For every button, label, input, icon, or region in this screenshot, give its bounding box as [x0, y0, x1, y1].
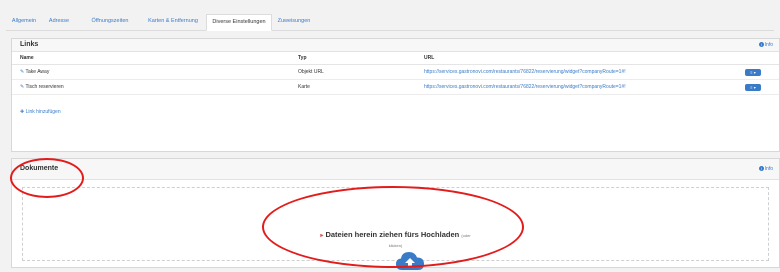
documents-title: Dokumente — [20, 165, 59, 172]
add-link-button[interactable]: ✚ Link hinzufügen — [20, 109, 61, 115]
link-type: Objekt URL — [290, 64, 416, 80]
link-actions-cell: ≡ ▾ — [737, 79, 779, 95]
links-panel-header: Links i Info — [12, 39, 779, 52]
table-row: ✎ Tisch reservieren Karte https://servic… — [12, 79, 779, 95]
tab-oeffnungszeiten[interactable]: Öffnungszeiten — [86, 14, 134, 29]
links-table: Name Typ URL ✎ Take Away Objekt URL http… — [12, 52, 779, 95]
drop-zone-click: klicken) — [388, 243, 403, 248]
row-menu-button[interactable]: ≡ ▾ — [745, 83, 761, 91]
drop-zone-or: (oder — [461, 233, 471, 238]
link-name: Take Away — [25, 69, 50, 75]
links-info-label: Info — [764, 42, 773, 48]
row-menu-button[interactable]: ≡ ▾ — [745, 68, 761, 76]
link-type: Karte — [290, 79, 416, 95]
links-title: Links — [20, 41, 39, 48]
tab-karten-entfernung[interactable]: Karten & Entfernung — [144, 14, 202, 29]
info-icon: i — [758, 42, 764, 48]
caret-right-icon: ▸ — [320, 233, 324, 239]
col-header-actions — [737, 52, 779, 65]
tab-diverse-einstellungen[interactable]: Diverse Einstellungen — [206, 14, 272, 31]
plus-icon: ✚ — [20, 109, 25, 115]
tab-adresse[interactable]: Adresse — [44, 14, 74, 29]
links-panel: Links i Info Name Typ URL ✎ Take Away Obj… — [11, 38, 780, 152]
table-row: ✎ Take Away Objekt URL https://services.… — [12, 64, 779, 80]
info-icon: i — [758, 166, 764, 172]
documents-info-button[interactable]: i Info — [758, 166, 773, 172]
table-header-row: Name Typ URL — [12, 52, 779, 65]
link-name-cell: ✎ Take Away — [12, 64, 290, 80]
edit-icon[interactable]: ✎ — [20, 84, 24, 90]
tab-bar: Allgemein Adresse Öffnungszeiten Karten … — [6, 14, 774, 31]
link-name-cell: ✎ Tisch reservieren — [12, 79, 290, 95]
file-drop-zone[interactable]: ▸ Dateien herein ziehen fürs Hochladen (… — [22, 187, 769, 270]
col-header-name: Name — [12, 52, 290, 65]
link-actions-cell: ≡ ▾ — [737, 64, 779, 80]
documents-info-label: Info — [764, 166, 773, 172]
links-info-button[interactable]: i Info — [758, 42, 773, 48]
drop-zone-text: Dateien herein ziehen fürs Hochladen — [325, 230, 460, 239]
tab-allgemein[interactable]: Allgemein — [6, 14, 42, 29]
documents-panel-header: Dokumente i Info — [12, 159, 779, 180]
drop-zone-title: ▸ Dateien herein ziehen fürs Hochladen (… — [23, 230, 768, 239]
link-name: Tisch reservieren — [25, 84, 64, 90]
col-header-type: Typ — [290, 52, 416, 65]
cloud-upload-icon[interactable] — [396, 250, 424, 272]
documents-panel: Dokumente i Info ▸ Dateien herein ziehen … — [11, 158, 780, 270]
col-header-url: URL — [416, 52, 737, 65]
tab-zuweisungen[interactable]: Zuweisungen — [274, 14, 314, 29]
add-link-label: Link hinzufügen — [25, 109, 61, 115]
link-url[interactable]: https://services.gastronovi.com/restaura… — [416, 79, 737, 95]
link-url[interactable]: https://services.gastronovi.com/restaura… — [416, 64, 737, 80]
edit-icon[interactable]: ✎ — [20, 69, 24, 75]
